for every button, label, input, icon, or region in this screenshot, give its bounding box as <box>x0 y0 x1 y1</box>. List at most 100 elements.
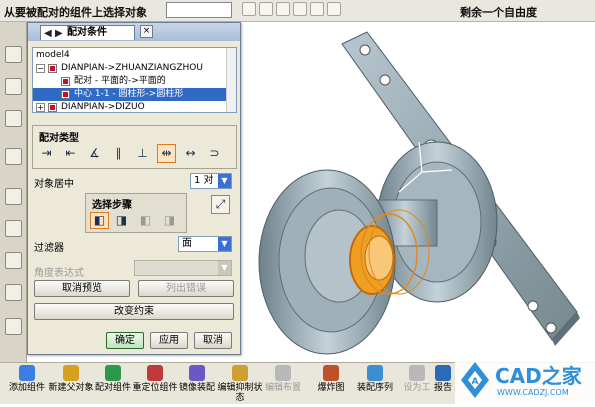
checkbox[interactable] <box>48 103 57 112</box>
dialog-titlebar: ◀ ▶ 配对条件 × <box>28 23 240 41</box>
report-icon <box>435 365 451 381</box>
toolbar-label: 镜像装配 <box>178 383 215 393</box>
tree-row-label: DIANPIAN->DIZUO <box>61 102 145 112</box>
selection-filter-combo[interactable] <box>166 2 232 18</box>
deselect-icon[interactable] <box>276 2 290 16</box>
mate-type-label: 配对类型 <box>39 133 79 144</box>
sequence-icon <box>367 365 383 381</box>
part-navigator-icon[interactable] <box>5 110 22 127</box>
perpendicular-icon[interactable]: ⊥ <box>133 144 152 163</box>
mate-component-icon <box>105 365 121 381</box>
tab-mate-conditions[interactable]: ◀ ▶ 配对条件 <box>40 25 135 40</box>
filter-value: 面 <box>182 238 192 249</box>
center-icon[interactable]: ⇹ <box>157 144 176 163</box>
step-from-icon[interactable]: ◧ <box>90 212 109 229</box>
expand-icon[interactable]: − <box>36 64 45 73</box>
constraint-navigator-icon[interactable] <box>5 78 22 95</box>
angle-icon[interactable]: ∡ <box>85 144 104 163</box>
mate-type-group: 配对类型 ⇥ ⇤ ∡ ∥ ⊥ ⇹ ↔ ⊃ <box>32 125 237 169</box>
status-bar: 从要被配对的组件上选择对象 剩余一个自由度 <box>0 0 595 22</box>
add-component-button[interactable]: 添加组件 <box>2 365 52 393</box>
change-constraint-button[interactable]: 改变约束 <box>34 303 234 320</box>
watermark-title: CAD之家 <box>495 364 582 388</box>
reverse-direction-icon[interactable]: ⤢ <box>211 195 230 214</box>
cancel-button[interactable]: 取消 <box>194 332 232 349</box>
work-part-icon <box>409 365 425 381</box>
center-mode-select[interactable]: 1 对 1 ▼ <box>190 173 232 189</box>
tab-left-arrow-icon[interactable]: ◀ <box>44 27 52 41</box>
snap-icon[interactable] <box>242 2 256 16</box>
site-watermark: A CAD之家 WWW.CADZJ.COM <box>455 356 595 404</box>
tree-row[interactable]: + DIANPIAN->DIZUO <box>33 101 228 112</box>
assembly-navigator-icon[interactable] <box>5 46 22 63</box>
toolbar-label: 设为工 <box>403 383 431 393</box>
tree-row[interactable]: 配对 - 平面的->平面的 <box>33 75 228 88</box>
tree-row[interactable]: − DIANPIAN->ZHUANZIANGZHOU <box>33 62 228 75</box>
selection-steps-group: 选择步骤 ◧ ◨ ◧ ◨ <box>85 193 187 233</box>
chevron-down-icon[interactable]: ▼ <box>218 261 231 275</box>
cancel-preview-button[interactable]: 取消预览 <box>34 280 130 297</box>
tree-row-selected[interactable]: 中心 1-1 - 圆柱形->圆柱形 <box>33 88 228 101</box>
center-objects-label: 对象居中 <box>34 179 74 190</box>
checkbox[interactable] <box>61 77 70 86</box>
tangent-icon[interactable]: ⊃ <box>205 144 224 163</box>
select-all-icon[interactable] <box>259 2 273 16</box>
tree-row: model4 <box>36 49 231 62</box>
distance-icon[interactable]: ↔ <box>181 144 200 163</box>
list-errors-button[interactable]: 列出错误 <box>138 280 234 297</box>
checkbox[interactable] <box>48 64 57 73</box>
chevron-down-icon[interactable]: ▼ <box>218 174 231 188</box>
tree-scrollbar[interactable] <box>226 48 236 112</box>
chevron-down-icon[interactable]: ▼ <box>218 237 231 251</box>
step-second-from-icon[interactable]: ◧ <box>136 212 155 229</box>
constraint-tree: model4 − DIANPIAN->ZHUANZIANGZHOU 配对 - 平… <box>32 47 237 113</box>
filter-icon[interactable] <box>293 2 307 16</box>
point-icon[interactable] <box>310 2 324 16</box>
mate-conditions-dialog: ◀ ▶ 配对条件 × model4 − DIANPIAN->ZHUANZIANG… <box>27 22 241 355</box>
tab-right-arrow-icon[interactable]: ▶ <box>55 27 63 41</box>
tree-row-label: model4 <box>36 50 70 60</box>
web-browser-icon[interactable] <box>5 318 22 335</box>
system-materials-icon[interactable] <box>5 284 22 301</box>
exploded-view-button[interactable]: 爆炸图 <box>306 365 356 393</box>
new-parent-icon <box>63 365 79 381</box>
toolbar-label: 新建父对象 <box>48 383 94 393</box>
report-button[interactable]: 报告 <box>430 365 456 393</box>
toolbar-label: 重定位组件 <box>132 383 178 393</box>
align-icon[interactable]: ⇤ <box>61 144 80 163</box>
toolbar-label: 配对组件 <box>94 383 131 393</box>
exploded-view-icon <box>323 365 339 381</box>
roles-icon[interactable] <box>5 220 22 237</box>
step-second-to-icon[interactable]: ◨ <box>160 212 179 229</box>
parallel-icon[interactable]: ∥ <box>109 144 128 163</box>
history-icon[interactable] <box>5 188 22 205</box>
selection-toolbar <box>242 2 341 20</box>
filter-select[interactable]: 面 ▼ <box>178 236 232 252</box>
tab-label: 配对条件 <box>67 27 107 38</box>
tree-row-label: 中心 1-1 - 圆柱形->圆柱形 <box>74 89 184 99</box>
arrangement-icon <box>275 365 291 381</box>
status-dof: 剩余一个自由度 <box>460 6 537 19</box>
toolbar-label: 添加组件 <box>8 383 45 393</box>
mate-icon[interactable]: ⇥ <box>37 144 56 163</box>
add-component-icon <box>19 365 35 381</box>
watermark-url: WWW.CADZJ.COM <box>497 388 569 397</box>
tree-row-label: 配对 - 平面的->平面的 <box>74 76 166 86</box>
expand-icon[interactable]: + <box>36 103 45 112</box>
angle-expression-label: 角度表达式 <box>34 268 84 279</box>
curve-icon[interactable] <box>327 2 341 16</box>
close-icon[interactable]: × <box>140 25 153 38</box>
toolbar-label: 报告 <box>433 383 452 393</box>
ok-button[interactable]: 确定 <box>106 332 144 349</box>
status-prompt: 从要被配对的组件上选择对象 <box>4 6 147 19</box>
reposition-icon <box>147 365 163 381</box>
toolbar-label: 编辑抑制状态 <box>217 383 263 403</box>
palette-icon[interactable] <box>5 252 22 269</box>
angle-expression-input[interactable]: ▼ <box>134 260 232 276</box>
apply-button[interactable]: 应用 <box>150 332 188 349</box>
checkbox[interactable] <box>61 90 70 99</box>
edit-arrangement-button[interactable]: 编辑布置 <box>258 365 308 393</box>
step-to-icon[interactable]: ◨ <box>112 212 131 229</box>
reuse-library-icon[interactable] <box>5 148 22 165</box>
toolbar-label: 爆炸图 <box>317 383 345 393</box>
